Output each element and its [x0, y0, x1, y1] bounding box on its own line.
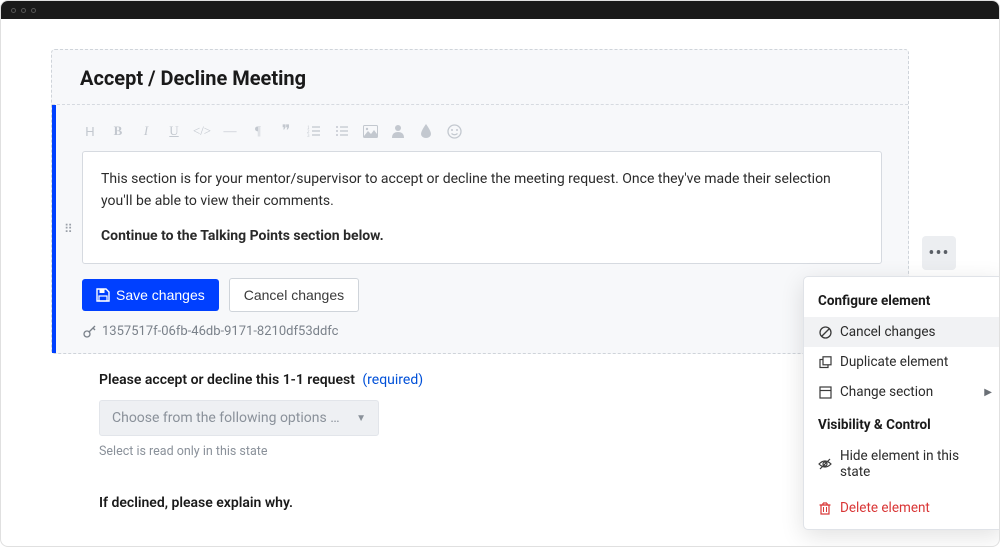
hr-icon[interactable]: —: [222, 123, 238, 139]
duplicate-icon: [818, 355, 832, 369]
menu-item-cancel-changes[interactable]: Cancel changes: [804, 317, 1000, 347]
save-button[interactable]: Save changes: [82, 279, 219, 311]
code-icon[interactable]: </>: [194, 123, 210, 139]
content-area: Accept / Decline Meeting ⠿ H B I U </> —…: [1, 19, 999, 533]
menu-item-change-section[interactable]: Change section ▶: [804, 377, 1000, 407]
menu-item-label: Hide element in this state: [840, 448, 988, 480]
underline-icon[interactable]: U: [166, 123, 182, 139]
chevron-down-icon: ▼: [356, 413, 366, 424]
chevron-right-icon: ▶: [984, 387, 992, 398]
paragraph-icon[interactable]: ¶: [250, 123, 266, 139]
editor-paragraph: This section is for your mentor/supervis…: [101, 168, 863, 213]
button-row: Save changes Cancel changes: [82, 278, 882, 312]
app-window: Accept / Decline Meeting ⠿ H B I U </> —…: [0, 0, 1000, 547]
context-menu: Configure element Cancel changes Duplica…: [803, 276, 1000, 530]
select-helper-text: Select is read only in this state: [99, 444, 881, 459]
editor-block: ⠿ H B I U </> — ¶ ❞ 123: [52, 105, 908, 353]
menu-item-label: Duplicate element: [840, 354, 948, 370]
user-icon[interactable]: [390, 123, 406, 139]
required-indicator: (required): [362, 372, 423, 388]
cancel-button-label: Cancel changes: [244, 287, 344, 303]
rich-text-toolbar: H B I U </> — ¶ ❞ 123: [82, 119, 882, 151]
fields-area: Please accept or decline this 1-1 reques…: [51, 354, 909, 533]
save-button-label: Save changes: [116, 287, 205, 303]
field-label-text: Please accept or decline this 1-1 reques…: [99, 372, 355, 388]
italic-icon[interactable]: I: [138, 123, 154, 139]
menu-item-duplicate[interactable]: Duplicate element: [804, 347, 1000, 377]
section-icon: [818, 385, 832, 399]
menu-item-label: Delete element: [840, 500, 930, 516]
menu-group-title: Visibility & Control: [804, 413, 1000, 441]
traffic-light-dot: [11, 8, 16, 13]
section-header: Accept / Decline Meeting: [52, 50, 908, 105]
save-icon: [96, 288, 110, 302]
section-title: Accept / Decline Meeting: [80, 66, 880, 90]
editor-paragraph-bold: Continue to the Talking Points section b…: [101, 225, 863, 247]
menu-item-label: Cancel changes: [840, 324, 935, 340]
overflow-menu-button[interactable]: •••: [922, 236, 956, 270]
bold-icon[interactable]: B: [110, 123, 126, 139]
emoji-icon[interactable]: [446, 123, 462, 139]
trash-icon: [818, 501, 832, 515]
field-label-accept-decline: Please accept or decline this 1-1 reques…: [99, 372, 881, 388]
window-titlebar: [1, 1, 999, 19]
svg-text:3: 3: [307, 134, 310, 138]
element-key-row: 1357517f-06fb-46db-9171-8210df53ddfc: [82, 324, 882, 339]
unordered-list-icon[interactable]: [334, 123, 350, 139]
image-icon[interactable]: [362, 123, 378, 139]
cancel-button[interactable]: Cancel changes: [229, 278, 359, 312]
menu-item-hide[interactable]: Hide element in this state: [804, 441, 1000, 487]
eye-slash-icon: [818, 457, 832, 471]
cancel-icon: [818, 325, 832, 339]
menu-group-title: Configure element: [804, 289, 1000, 317]
editor-textarea[interactable]: This section is for your mentor/supervis…: [82, 151, 882, 264]
menu-item-delete[interactable]: Delete element: [804, 493, 1000, 523]
element-key-value: 1357517f-06fb-46db-9171-8210df53ddfc: [102, 324, 338, 339]
key-icon: [82, 325, 96, 339]
traffic-light-dot: [21, 8, 26, 13]
select-placeholder: Choose from the following options …: [112, 410, 340, 426]
menu-item-label: Change section: [840, 384, 933, 400]
select-accept-decline[interactable]: Choose from the following options … ▼: [99, 400, 379, 436]
field-label-explain: If declined, please explain why.: [99, 495, 881, 511]
section-card: Accept / Decline Meeting ⠿ H B I U </> —…: [51, 49, 909, 354]
ordered-list-icon[interactable]: 123: [306, 123, 322, 139]
drag-handle-icon[interactable]: ⠿: [64, 222, 71, 236]
heading-icon[interactable]: H: [82, 123, 98, 139]
tint-icon[interactable]: [418, 123, 434, 139]
quote-icon[interactable]: ❞: [278, 123, 294, 139]
traffic-light-dot: [31, 8, 36, 13]
